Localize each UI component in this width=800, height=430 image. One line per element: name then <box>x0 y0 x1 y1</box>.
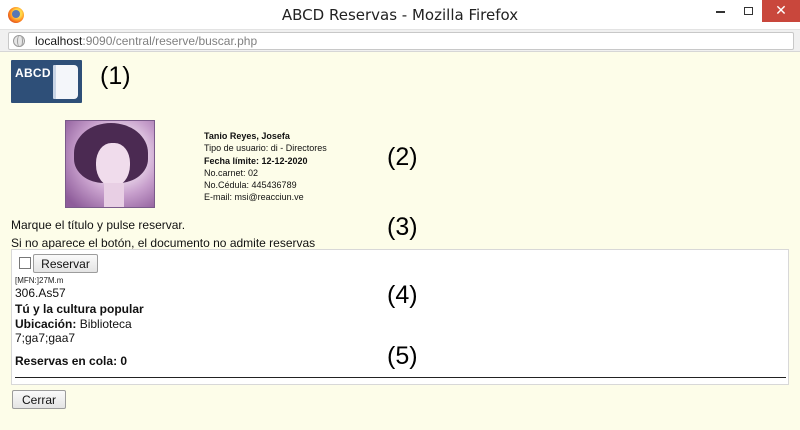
user-type: Tipo de usuario: di - Directores <box>204 143 327 154</box>
address-field[interactable]: localhost:9090/central/reserve/buscar.ph… <box>8 32 794 50</box>
url-path: :9090/central/reserve/buscar.php <box>82 34 258 48</box>
location-value: Biblioteca <box>79 317 132 331</box>
queue-count: Reservas en cola: 0 <box>15 354 128 368</box>
due-date: Fecha límite: 12-12-2020 <box>204 155 308 166</box>
id-number: No.Cédula: 445436789 <box>204 180 297 191</box>
user-info: Tanio Reyes, Josefa Tipo de usuario: di … <box>204 130 327 204</box>
maximize-icon <box>743 6 753 15</box>
reserve-button[interactable]: Reservar <box>33 254 98 273</box>
copies-line: 7;ga7;gaa7 <box>15 331 76 345</box>
select-record-checkbox[interactable] <box>19 257 31 269</box>
url-text: localhost:9090/central/reserve/buscar.ph… <box>35 34 257 48</box>
minimize-button[interactable] <box>707 0 734 22</box>
photo-face <box>96 143 130 187</box>
record-title: Tú y la cultura popular <box>15 302 144 316</box>
location-label: Ubicación: <box>15 317 77 331</box>
minimize-icon <box>716 10 725 13</box>
marker-3: (3) <box>387 213 418 241</box>
window-title-bar: ABCD Reservas - Mozilla Firefox ✕ <box>0 0 800 30</box>
page-content: ABCD (1) Tanio Reyes, Josefa Tipo de usu… <box>0 52 800 430</box>
location-line: Ubicación: Biblioteca <box>15 317 132 331</box>
marker-5: (5) <box>387 342 418 370</box>
url-host: localhost <box>35 34 83 48</box>
call-number: 306.As57 <box>15 286 66 300</box>
close-button[interactable]: Cerrar <box>12 390 66 409</box>
user-photo <box>65 120 155 208</box>
instructions: Marque el título y pulse reservar. Si no… <box>11 216 315 252</box>
book-icon <box>53 65 78 99</box>
mfn-label: [MFN:]27M.m <box>15 276 64 285</box>
globe-icon[interactable] <box>13 35 25 47</box>
logo-text: ABCD <box>15 66 51 80</box>
marker-2: (2) <box>387 143 418 171</box>
abcd-logo: ABCD <box>11 60 82 103</box>
maximize-button[interactable] <box>735 0 761 22</box>
photo-neck <box>104 183 124 207</box>
instruction-line-1: Marque el título y pulse reservar. <box>11 218 186 232</box>
user-email: E-mail: msi@reacciun.ve <box>204 192 304 203</box>
card-number: No.carnet: 02 <box>204 167 259 178</box>
close-window-button[interactable]: ✕ <box>762 0 800 22</box>
divider <box>15 377 786 378</box>
window-title: ABCD Reservas - Mozilla Firefox <box>281 6 519 24</box>
url-bar: localhost:9090/central/reserve/buscar.ph… <box>0 30 800 52</box>
user-name: Tanio Reyes, Josefa <box>204 131 290 141</box>
close-icon: ✕ <box>775 2 787 18</box>
marker-1: (1) <box>100 62 131 90</box>
marker-4: (4) <box>387 281 418 309</box>
